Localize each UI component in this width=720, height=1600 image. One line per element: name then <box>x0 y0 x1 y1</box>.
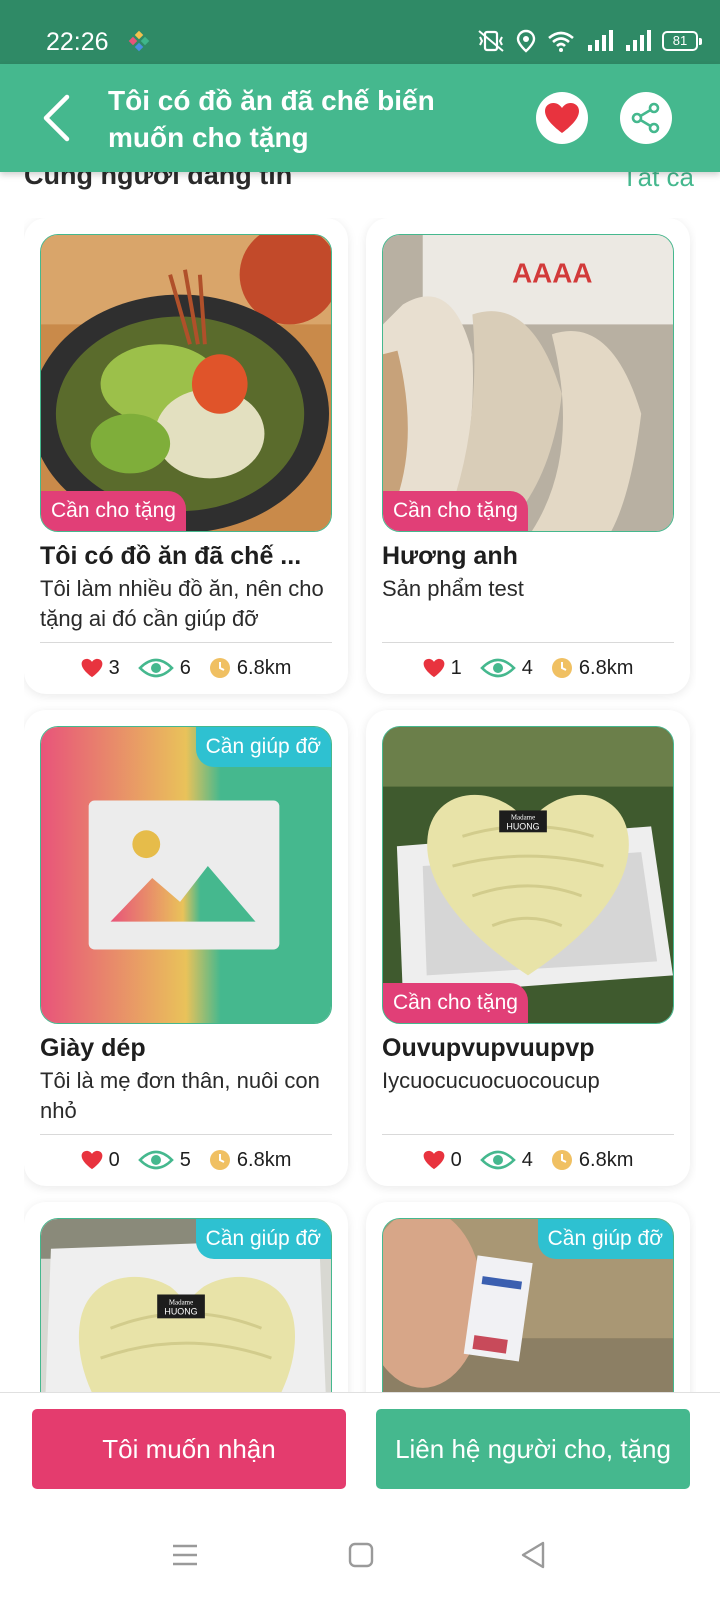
heart-icon <box>423 658 445 678</box>
heart-icon <box>545 103 579 133</box>
clock-icon <box>209 1150 230 1170</box>
vibrate-icon <box>478 30 504 52</box>
image-placeholder-icon <box>41 727 331 1023</box>
post-stats: 1 4 6.8km <box>366 642 690 694</box>
post-image: AAAA Cần cho tặng <box>382 234 674 532</box>
post-description: Iycuocucuocuocoucup <box>382 1068 600 1093</box>
cake-label-line1: Madame <box>511 813 535 821</box>
app-notification-icon <box>128 30 150 52</box>
home-button[interactable] <box>336 1530 386 1580</box>
post-image: Cần cho tặng <box>40 234 332 532</box>
post-card[interactable]: Cần cho tặng Tôi có đồ ăn đã chế ... Tôi… <box>24 218 348 694</box>
cake-label-line2: HUONG <box>164 1306 197 1316</box>
post-stats: 3 6 6.8km <box>24 642 348 694</box>
system-navigation-bar <box>0 1510 720 1600</box>
receive-button[interactable]: Tôi muốn nhận <box>32 1409 346 1489</box>
like-count: 1 <box>450 656 462 679</box>
status-bar: 22:26 81 <box>0 0 720 64</box>
post-image: Madame HUONG Cần cho tặng <box>382 726 674 1024</box>
post-title: Hương anh <box>382 542 518 570</box>
recent-apps-button[interactable] <box>160 1530 210 1580</box>
menu-icon <box>173 1544 197 1566</box>
status-badge: Cần giúp đỡ <box>195 1219 331 1259</box>
post-image: Cần giúp đỡ <box>382 1218 674 1392</box>
distance: 6.8km <box>578 1148 634 1171</box>
post-description: Sản phẩm test <box>382 576 524 601</box>
heart-icon <box>81 1150 103 1170</box>
like-count: 0 <box>108 1148 120 1171</box>
post-title: Giày dép <box>40 1034 146 1062</box>
contact-giver-button[interactable]: Liên hệ người cho, tặng <box>376 1409 690 1489</box>
system-back-button[interactable] <box>508 1530 558 1580</box>
status-icons: 81 <box>476 26 702 56</box>
heart-icon <box>423 1150 445 1170</box>
post-image-placeholder: Cần giúp đỡ <box>40 726 332 1024</box>
post-title: Ouvupvupvuupvp <box>382 1034 595 1062</box>
view-count: 4 <box>521 656 533 679</box>
view-count: 4 <box>521 1148 533 1171</box>
back-arrow-icon <box>43 94 70 142</box>
status-badge: Cần cho tặng <box>383 491 528 531</box>
favorite-button[interactable] <box>536 92 588 144</box>
status-badge: Cần cho tặng <box>41 491 186 531</box>
view-count: 5 <box>179 1148 191 1171</box>
distance: 6.8km <box>236 656 292 679</box>
back-triangle-icon <box>521 1541 545 1569</box>
post-card[interactable]: Madame HUONG Cần cho tặng Ouvupvupvuupvp… <box>366 710 690 1186</box>
eye-icon <box>479 658 516 678</box>
status-badge: Cần cho tặng <box>383 983 528 1023</box>
post-stats: 0 5 6.8km <box>24 1134 348 1186</box>
share-button[interactable] <box>620 92 672 144</box>
cake-label-line1: Madame <box>169 1298 193 1306</box>
status-badge: Cần giúp đỡ <box>195 727 331 767</box>
post-card[interactable]: Madame HUONG Cần giúp đỡ <box>24 1202 348 1392</box>
clock-icon <box>209 658 230 678</box>
post-title: Tôi có đồ ăn đã chế ... <box>40 542 302 570</box>
post-description: Tôi làm nhiều đồ ăn, nên cho tặng ai đó … <box>40 576 324 631</box>
post-grid: Cần cho tặng Tôi có đồ ăn đã chế ... Tôi… <box>24 218 696 1392</box>
post-card[interactable]: Cần giúp đỡ <box>366 1202 690 1392</box>
like-count: 0 <box>450 1148 462 1171</box>
back-button[interactable] <box>34 92 78 144</box>
eye-icon <box>479 1150 516 1170</box>
battery-icon: 81 <box>662 31 702 51</box>
package-text: AAAA <box>512 258 592 289</box>
post-stats: 0 4 6.8km <box>366 1134 690 1186</box>
home-icon <box>348 1542 374 1568</box>
cake-label-line2: HUONG <box>506 821 539 831</box>
wifi-icon <box>548 31 574 52</box>
distance: 6.8km <box>578 656 634 679</box>
share-icon <box>631 102 660 134</box>
post-card[interactable]: AAAA Cần cho tặng Hương anh Sản phẩm tes… <box>366 218 690 694</box>
status-time: 22:26 <box>46 28 109 56</box>
eye-icon <box>137 1150 174 1170</box>
signal-icon <box>588 30 613 51</box>
food-hotpot-image <box>41 235 331 531</box>
post-image: Madame HUONG Cần giúp đỡ <box>40 1218 332 1392</box>
view-count: 6 <box>179 656 191 679</box>
app-bar: Tôi có đồ ăn đã chế biến muốn cho tặng <box>0 64 720 172</box>
clock-icon <box>551 1150 572 1170</box>
signal-icon-2 <box>626 30 651 51</box>
post-card[interactable]: Cần giúp đỡ Giày dép Tôi là mẹ đơn thân,… <box>24 710 348 1186</box>
location-icon <box>516 29 536 53</box>
eye-icon <box>137 658 174 678</box>
bottom-action-bar: Tôi muốn nhận Liên hệ người cho, tặng <box>0 1392 720 1510</box>
dried-squid-image: AAAA <box>383 235 673 531</box>
post-description: Tôi là mẹ đơn thân, nuôi con nhỏ <box>40 1068 320 1123</box>
heart-cake-image: Madame HUONG <box>383 727 673 1023</box>
distance: 6.8km <box>236 1148 292 1171</box>
clock-icon <box>551 658 572 678</box>
page-title: Tôi có đồ ăn đã chế biến muốn cho tặng <box>108 85 435 153</box>
like-count: 3 <box>108 656 120 679</box>
status-badge: Cần giúp đỡ <box>537 1219 673 1259</box>
heart-icon <box>81 658 103 678</box>
